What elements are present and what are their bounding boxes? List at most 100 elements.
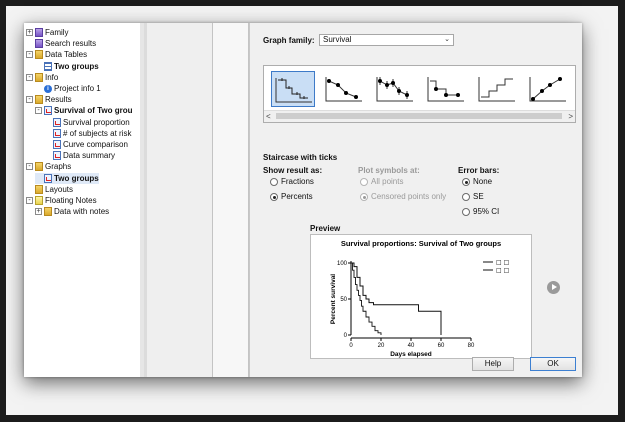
graph-thumb-cumulative-staircase[interactable]	[475, 71, 519, 107]
scroll-left-arrow[interactable]: <	[266, 111, 271, 122]
x-tick-label: 0	[349, 343, 353, 349]
radio-error-none[interactable]: None	[462, 176, 492, 187]
graph-family-label: Graph family:	[263, 36, 315, 45]
sheet-column-1	[147, 23, 213, 377]
tree-item[interactable]: + Family	[26, 27, 69, 38]
tree-item-label: Project info 1	[54, 84, 101, 93]
tree-item[interactable]: - Floating Notes	[26, 195, 97, 206]
tree-item[interactable]: Two groups	[35, 172, 99, 184]
tree-item-label: # of subjects at risk	[63, 128, 132, 138]
navigator-tree: + Family Search results - Data Tables Two gro…	[24, 23, 145, 377]
results-icon	[53, 117, 61, 127]
tree-item-label: Family	[45, 28, 69, 37]
tree-item[interactable]: - Survival of Two grou	[35, 105, 133, 116]
collapse-icon[interactable]: -	[26, 73, 33, 81]
graph-thumb-points-errorbars[interactable]	[373, 71, 417, 107]
tree-item[interactable]: - Info	[26, 72, 58, 83]
app-window: + Family Search results - Data Tables Two gro…	[24, 23, 582, 377]
notes-icon	[35, 196, 43, 205]
radio-error-95ci[interactable]: 95% CI	[462, 206, 499, 217]
tree-item-label: Survival proportion	[63, 117, 130, 127]
collapse-icon[interactable]: -	[35, 107, 42, 115]
data-table-icon	[44, 61, 52, 71]
graph-thumb-points-line[interactable]	[322, 71, 366, 107]
folder-icon	[35, 184, 43, 194]
radio-all-points[interactable]: All points	[360, 176, 403, 187]
results-icon	[53, 140, 61, 149]
graph-type-gallery: < >	[263, 65, 576, 123]
chart-title: Survival proportions: Survival of Two gr…	[341, 239, 501, 248]
sheet-column-2	[213, 23, 249, 377]
graph-thumb-cumulative-points[interactable]	[526, 71, 570, 107]
tree-item-label: Survival of Two grou	[54, 106, 133, 116]
expand-icon[interactable]: +	[35, 208, 42, 216]
folder-icon	[35, 95, 43, 105]
ok-button[interactable]: OK	[530, 357, 576, 371]
y-axis-label: Percent survival	[330, 274, 337, 324]
tree-item[interactable]: Two groups	[35, 61, 99, 72]
info-icon: i	[44, 84, 52, 93]
plot-symbols-heading: Plot symbols at:	[358, 166, 420, 175]
x-tick-label: 60	[438, 343, 445, 349]
folder-purple-icon	[35, 28, 43, 37]
collapse-icon[interactable]: -	[26, 51, 33, 59]
tree-item[interactable]: - Data Tables	[26, 49, 87, 60]
graph-thumb-staircase-points[interactable]	[424, 71, 468, 107]
help-button[interactable]: Help	[472, 357, 514, 371]
tree-item[interactable]: - Graphs	[26, 161, 71, 172]
tree-item[interactable]: Data summary	[44, 150, 115, 161]
radio-error-se-circle[interactable]	[462, 192, 470, 201]
scroll-right-arrow[interactable]: >	[568, 111, 573, 122]
graph-family-dropdown[interactable]: Survival ⌄	[319, 34, 454, 46]
tree-item[interactable]: Search results	[26, 38, 96, 49]
radio-error-none-label: None	[473, 177, 493, 186]
radio-censored-only-circle[interactable]	[360, 192, 368, 201]
radio-fractions[interactable]: Fractions	[270, 176, 314, 187]
radio-fractions-circle[interactable]	[270, 177, 278, 186]
tree-item-label: Graphs	[45, 162, 72, 172]
tree-item-label: Data summary	[63, 151, 116, 161]
graph-dialog: Graph family: Survival ⌄ < > Staircase w…	[249, 23, 582, 377]
graph-icon	[44, 173, 52, 183]
x-tick-label: 20	[378, 343, 385, 349]
collapse-icon[interactable]: -	[26, 163, 33, 171]
folder-icon	[35, 50, 43, 60]
collapse-icon[interactable]: -	[26, 197, 33, 204]
tree-item-label: Data with notes	[54, 207, 110, 217]
tree-item-label: Layouts	[45, 184, 74, 194]
expand-icon[interactable]: +	[26, 29, 33, 36]
radio-censored-only-label: Censored points only	[371, 192, 447, 201]
scrollbar-thumb[interactable]	[276, 113, 562, 119]
tree-item[interactable]: i Project info 1	[35, 83, 101, 94]
tree-item[interactable]: Curve comparison	[44, 139, 128, 150]
graph-thumb-staircase-ticks[interactable]	[271, 71, 315, 107]
radio-error-se[interactable]: SE	[462, 191, 484, 202]
radio-censored-only[interactable]: Censored points only	[360, 191, 446, 202]
folder-icon	[35, 72, 43, 82]
tree-item[interactable]: + Data with notes	[35, 206, 109, 217]
radio-fractions-label: Fractions	[281, 177, 314, 186]
tree-item-label: Results	[45, 95, 72, 105]
collapse-icon[interactable]: -	[26, 96, 33, 104]
folder-purple-icon	[35, 39, 43, 49]
radio-error-95ci-circle[interactable]	[462, 207, 470, 216]
radio-percents-circle[interactable]	[270, 192, 278, 201]
tree-item-label: Floating Notes	[45, 196, 97, 205]
gallery-scrollbar[interactable]: < >	[264, 110, 575, 122]
radio-error-none-circle[interactable]	[462, 177, 470, 186]
tree-item[interactable]: Survival proportion	[44, 117, 130, 128]
y-tick-label: 100	[337, 261, 348, 267]
radio-percents[interactable]: Percents	[270, 191, 313, 202]
play-icon[interactable]	[547, 281, 560, 294]
radio-all-points-circle[interactable]	[360, 177, 368, 186]
y-tick-label: 0	[344, 333, 348, 339]
tree-item[interactable]: - Results	[26, 94, 72, 105]
radio-error-95ci-label: 95% CI	[473, 207, 500, 216]
x-axis-label: Days elapsed	[390, 351, 432, 358]
folder-icon	[35, 162, 43, 172]
survival-series-1	[351, 262, 442, 335]
tree-item[interactable]: # of subjects at risk	[44, 128, 131, 139]
tree-item-label: Curve comparison	[63, 140, 128, 149]
results-icon	[53, 151, 61, 161]
tree-item[interactable]: Layouts	[26, 184, 73, 195]
